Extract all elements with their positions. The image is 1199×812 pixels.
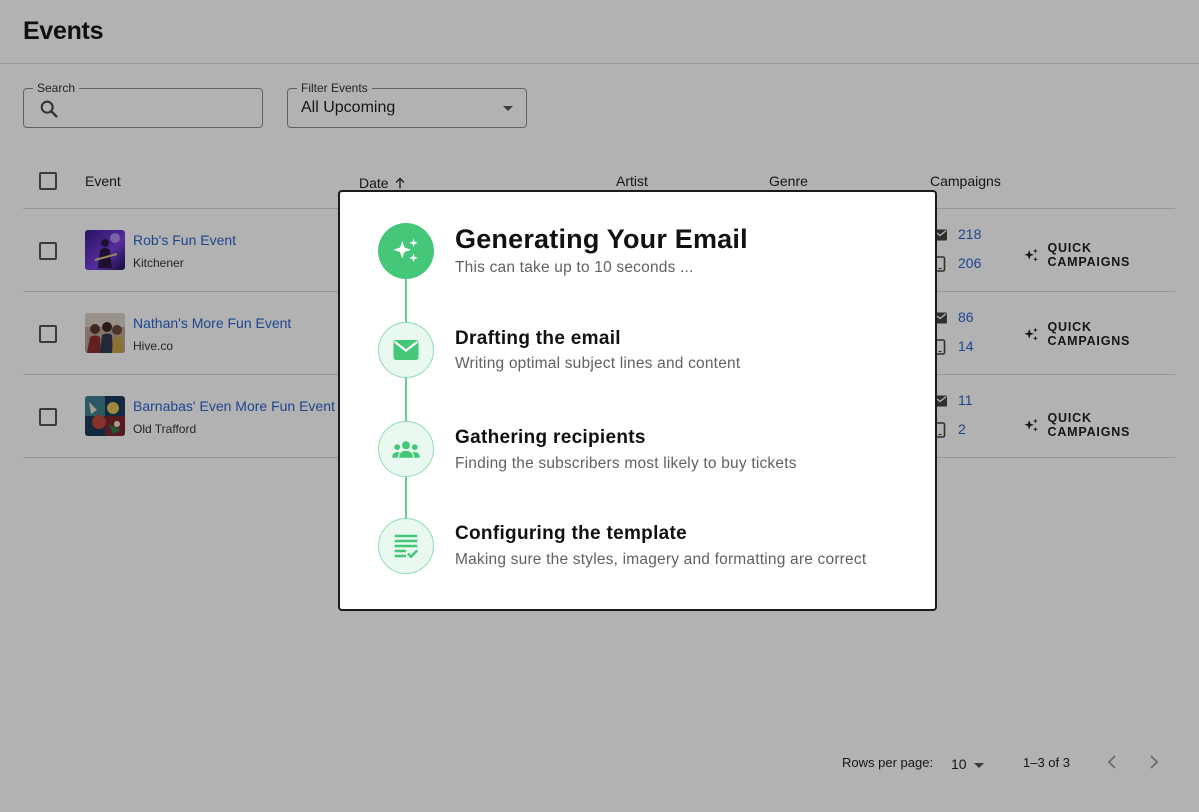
step-description: Making sure the styles, imagery and form… (455, 551, 867, 568)
generating-email-dialog: Generating Your Email This can take up t… (338, 190, 937, 611)
dialog-subtitle: This can take up to 10 seconds ... (455, 259, 694, 276)
step-indicator (378, 518, 434, 574)
progress-connector (405, 278, 407, 322)
step-description: Finding the subscribers most likely to b… (455, 455, 797, 472)
progress-connector (405, 476, 407, 518)
step-indicator (378, 421, 434, 477)
step-indicator (378, 322, 434, 378)
step-title: Gathering recipients (455, 427, 646, 448)
checklist-icon (394, 534, 419, 559)
step-description: Writing optimal subject lines and conten… (455, 355, 741, 372)
groups-icon (392, 441, 420, 458)
sparkle-icon (393, 238, 418, 263)
step-title: Drafting the email (455, 328, 621, 349)
mail-icon (393, 340, 419, 360)
step-title: Configuring the template (455, 523, 688, 544)
sparkle-step-indicator (378, 223, 434, 279)
dialog-title: Generating Your Email (455, 224, 748, 254)
progress-connector (405, 377, 407, 421)
